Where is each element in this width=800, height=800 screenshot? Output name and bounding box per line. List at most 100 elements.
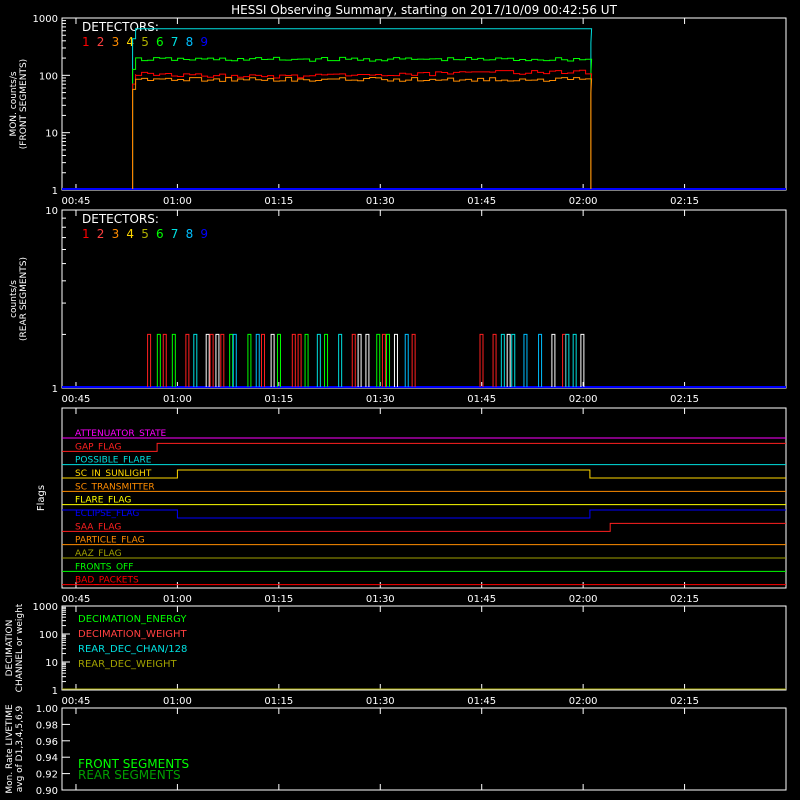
rear-spike-14 <box>261 333 266 387</box>
decimation-legend-3: REAR_DEC_WEIGHT <box>78 659 177 670</box>
y-axis-label-0: (FRONT SEGMENTS) <box>19 59 29 149</box>
legend-detector-5: 5 <box>141 227 149 241</box>
panel-frame-2 <box>61 407 787 589</box>
rear-spike-10 <box>229 333 234 387</box>
rear-spike-22 <box>338 333 343 387</box>
y-tick-label: 0.94 <box>36 753 58 764</box>
flag-trace-sc-in-sunlight <box>62 469 786 479</box>
rear-spike-40 <box>562 333 567 387</box>
y-tick-label: 1.00 <box>36 704 58 715</box>
rear-spike-25 <box>365 333 370 387</box>
rear-spike-29 <box>393 333 398 387</box>
rear-spike-7 <box>209 333 214 387</box>
y-tick-label: 1 <box>52 384 58 395</box>
rear-spike-1 <box>156 333 161 387</box>
rear-spike-32 <box>479 333 484 387</box>
legend-detector-4: 4 <box>126 227 134 241</box>
x-tick-label: 00:45 <box>62 594 91 605</box>
x-tick-label: 02:15 <box>670 696 699 707</box>
x-tick-label: 01:45 <box>467 394 496 405</box>
rear-spike-11 <box>232 333 237 387</box>
x-tick-label: 01:15 <box>264 196 293 207</box>
legend-title-1: DETECTORS: <box>82 212 159 226</box>
rear-spike-37 <box>523 333 528 387</box>
y-tick-label: 100 <box>39 71 58 82</box>
legend-detector-8: 8 <box>186 227 194 241</box>
y-tick-label: 1 <box>52 686 58 697</box>
x-tick-label: 01:15 <box>264 594 293 605</box>
legend-detector-9: 9 <box>200 227 208 241</box>
rear-spike-6 <box>205 333 210 387</box>
decimation-legend-1: DECIMATION_WEIGHT <box>78 629 187 640</box>
rear-spike-16 <box>276 333 281 387</box>
legend-detector-5: 5 <box>141 35 149 49</box>
y-tick-label: 0.98 <box>36 720 58 731</box>
x-tick-label: 00:45 <box>62 394 91 405</box>
legend-detector-3: 3 <box>112 227 120 241</box>
x-tick-label: 00:45 <box>62 196 91 207</box>
decimation-legend-2: REAR_DEC_CHAN/128 <box>78 644 187 655</box>
legend-detector-1: 1 <box>82 35 90 49</box>
x-tick-label: 01:30 <box>366 394 395 405</box>
rear-spike-19 <box>304 333 309 387</box>
y-axis-label-livetime-2: avg of D1,3,4,5,6,9 <box>15 705 25 792</box>
legend-detector-6: 6 <box>156 227 164 241</box>
rear-spike-31 <box>411 333 416 387</box>
rear-spike-8 <box>215 333 220 387</box>
y-tick-label: 1000 <box>33 602 58 613</box>
y-tick-label: 100 <box>39 630 58 641</box>
rear-spike-38 <box>538 333 543 387</box>
rear-spike-39 <box>551 333 556 387</box>
rear-spike-0 <box>147 333 152 387</box>
legend-detector-6: 6 <box>156 35 164 49</box>
rear-spike-15 <box>270 333 275 387</box>
y-axis-label-1: (REAR SEGMENTS) <box>19 257 29 341</box>
x-tick-label: 02:15 <box>670 394 699 405</box>
x-tick-label: 01:45 <box>467 594 496 605</box>
rear-spike-36 <box>511 333 516 387</box>
legend-title-0: DETECTORS: <box>82 20 159 34</box>
rear-spike-18 <box>297 333 302 387</box>
x-tick-label: 02:00 <box>569 594 598 605</box>
y-tick-label: 0.96 <box>36 737 58 748</box>
x-tick-label: 02:00 <box>569 696 598 707</box>
rear-spike-33 <box>492 333 497 387</box>
front-series-3 <box>132 76 593 189</box>
legend-detector-1: 1 <box>82 227 90 241</box>
y-tick-label: 1000 <box>33 14 58 25</box>
y-tick-label: 10 <box>45 658 58 669</box>
front-series-8 <box>132 28 593 189</box>
legend-detector-2: 2 <box>97 35 105 49</box>
x-tick-label: 01:15 <box>264 696 293 707</box>
front-series-1 <box>132 69 593 189</box>
x-tick-label: 02:00 <box>569 394 598 405</box>
rear-spike-28 <box>386 333 391 387</box>
x-tick-label: 02:15 <box>670 594 699 605</box>
y-tick-label: 0.90 <box>36 786 58 797</box>
rear-spike-27 <box>381 333 386 387</box>
flag-trace-saa-flag <box>62 522 786 532</box>
rear-spike-13 <box>255 333 260 387</box>
rear-spike-24 <box>357 333 362 387</box>
rear-spike-3 <box>171 333 176 387</box>
y-tick-label: 1 <box>52 186 58 197</box>
rear-spike-41 <box>565 333 570 387</box>
rear-spike-21 <box>324 333 329 387</box>
decimation-legend-0: DECIMATION_ENERGY <box>78 614 187 625</box>
y-axis-label-flags: Flags <box>36 485 47 511</box>
x-tick-label: 01:00 <box>163 394 192 405</box>
y-tick-label: 10 <box>45 206 58 217</box>
rear-spike-30 <box>404 333 409 387</box>
rear-spike-5 <box>193 333 198 387</box>
rear-spike-2 <box>162 333 167 387</box>
legend-detector-7: 7 <box>171 35 179 49</box>
rear-spike-20 <box>316 333 321 387</box>
summary-figure: HESSI Observing Summary, starting on 201… <box>5 3 787 797</box>
x-tick-label: 01:45 <box>467 696 496 707</box>
x-tick-label: 02:00 <box>569 196 598 207</box>
legend-detector-7: 7 <box>171 227 179 241</box>
rear-spike-17 <box>291 333 296 387</box>
flag-trace-eclipse-flag <box>62 509 786 519</box>
x-tick-label: 01:15 <box>264 394 293 405</box>
rear-spike-43 <box>580 333 585 387</box>
